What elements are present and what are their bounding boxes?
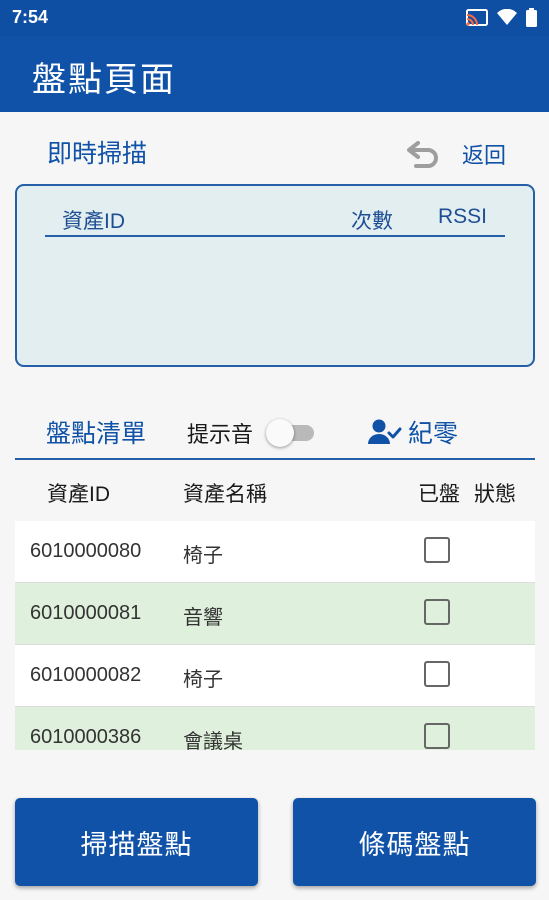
user-check-icon — [368, 417, 402, 447]
header-asset-name: 資產名稱 — [183, 482, 267, 506]
cell-asset-name: 椅子 — [183, 667, 223, 691]
sound-toggle[interactable] — [266, 419, 316, 447]
realtime-scan-title: 即時掃描 — [47, 139, 148, 168]
table-row[interactable]: 6010000386 會議桌 — [15, 707, 535, 750]
sound-toggle-thumb — [266, 419, 294, 447]
table-row[interactable]: 6010000081 音響 — [15, 583, 535, 645]
scan-inventory-button[interactable]: 掃描盤點 — [15, 798, 258, 886]
header-asset-id: 資產ID — [47, 483, 110, 506]
battery-icon — [526, 8, 537, 31]
inventory-divider — [15, 458, 535, 460]
back-button[interactable]: 返回 — [404, 134, 526, 174]
cell-asset-id: 6010000081 — [30, 602, 142, 624]
back-label: 返回 — [462, 144, 507, 169]
checked-checkbox[interactable] — [424, 723, 450, 749]
status-icons — [466, 8, 537, 31]
status-time: 7:54 — [12, 7, 49, 27]
scan-header-divider — [45, 235, 505, 237]
wifi-icon — [497, 8, 517, 30]
checked-checkbox[interactable] — [424, 537, 450, 563]
table-row[interactable]: 6010000080 椅子 — [15, 521, 535, 583]
inventory-list-title: 盤點清單 — [46, 419, 147, 448]
status-bar: 7:54 — [0, 0, 549, 36]
realtime-scan-list[interactable]: 資產ID 次數 RSSI — [15, 184, 535, 367]
header-checked: 已盤 — [418, 482, 460, 506]
cell-asset-id: 6010000082 — [30, 664, 142, 686]
header-status: 狀態 — [474, 482, 516, 506]
cell-asset-id: 6010000386 — [30, 726, 142, 748]
cell-asset-name: 會議桌 — [183, 729, 243, 750]
checked-checkbox[interactable] — [424, 661, 450, 687]
cell-asset-name: 音響 — [183, 605, 223, 629]
app-bar: 盤點頁面 — [0, 36, 549, 112]
scan-header-asset-id: 資產ID — [62, 210, 125, 233]
reset-zero-label: 紀零 — [408, 419, 459, 448]
reset-zero-button[interactable]: 紀零 — [368, 414, 458, 450]
inventory-table[interactable]: 6010000080 椅子 6010000081 音響 6010000082 椅… — [15, 521, 535, 750]
page-title: 盤點頁面 — [32, 60, 176, 100]
table-row[interactable]: 6010000082 椅子 — [15, 645, 535, 707]
cell-asset-id: 6010000080 — [30, 540, 142, 562]
main-content: 即時掃描 返回 資產ID 次數 RSSI 盤點清單 提示音 紀零 資產ID 資產… — [0, 112, 549, 900]
cast-icon — [466, 8, 488, 31]
scan-header-count: 次數 — [351, 210, 393, 233]
barcode-inventory-button[interactable]: 條碼盤點 — [293, 798, 536, 886]
table-header: 資產ID 資產名稱 已盤 狀態 — [0, 474, 549, 510]
cell-asset-name: 椅子 — [183, 543, 223, 567]
sound-label: 提示音 — [187, 423, 254, 448]
scan-header-rssi: RSSI — [438, 205, 488, 228]
checked-checkbox[interactable] — [424, 599, 450, 625]
undo-icon — [404, 139, 444, 169]
